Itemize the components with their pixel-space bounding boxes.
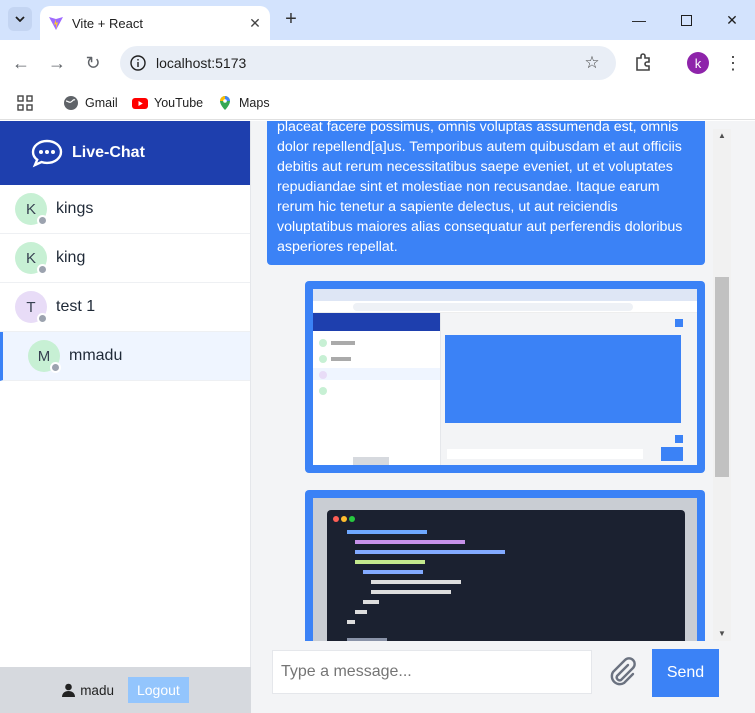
- bookmarks-bar: Gmail YouTube Maps: [0, 86, 755, 120]
- vite-favicon-icon: [49, 17, 63, 30]
- bookmark-label: Maps: [239, 96, 270, 110]
- chat-scrollbar[interactable]: ▲ ▼: [713, 129, 731, 641]
- url-text: localhost:5173: [156, 55, 247, 71]
- avatar-initial: K: [25, 249, 36, 267]
- youtube-icon: [132, 98, 148, 109]
- current-user-name: madu: [80, 682, 114, 698]
- globe-icon: [64, 96, 78, 110]
- screenshot-image: [313, 289, 697, 465]
- message-bubble: placeat facere possimus, omnis voluptas …: [267, 121, 705, 265]
- scroll-down-arrow-icon[interactable]: ▼: [717, 629, 727, 639]
- avatar: M: [28, 340, 61, 373]
- live-chat-app: Live-Chat K kings K king T test 1 M mmad…: [0, 121, 755, 713]
- avatar: K: [15, 193, 48, 226]
- bookmark-youtube[interactable]: YouTube: [132, 91, 203, 115]
- apps-grid-icon[interactable]: [17, 91, 33, 115]
- offline-status-dot: [50, 362, 61, 373]
- avatar-initial: K: [25, 200, 36, 218]
- scrollbar-thumb[interactable]: [715, 277, 729, 477]
- avatar: K: [15, 242, 48, 275]
- close-tab-icon[interactable]: ✕: [244, 12, 266, 34]
- extensions-puzzle-icon[interactable]: [633, 51, 655, 73]
- user-name: mmadu: [69, 347, 123, 364]
- bookmark-star-icon[interactable]: ☆: [578, 49, 606, 77]
- brand-header: Live-Chat: [0, 121, 250, 185]
- new-tab-button[interactable]: +: [280, 8, 302, 30]
- user-item-king[interactable]: K king: [0, 234, 250, 283]
- maps-pin-icon: [220, 96, 230, 110]
- scroll-up-arrow-icon[interactable]: ▲: [717, 131, 727, 141]
- bookmark-label: YouTube: [154, 96, 204, 110]
- offline-status-dot: [37, 313, 48, 324]
- user-name: kings: [56, 200, 94, 217]
- reload-icon[interactable]: ↻: [81, 51, 105, 75]
- avatar-initial: M: [37, 347, 51, 365]
- offline-status-dot: [37, 264, 48, 275]
- browser-tab[interactable]: Vite + React ✕: [40, 6, 270, 40]
- chat-panel: placeat facere possimus, omnis voluptas …: [251, 121, 755, 713]
- bookmark-gmail[interactable]: Gmail: [63, 91, 118, 115]
- send-button[interactable]: Send: [652, 649, 719, 697]
- user-name: test 1: [56, 298, 96, 315]
- forward-arrow-icon[interactable]: →: [45, 51, 69, 75]
- brand-name: Live-Chat: [72, 144, 145, 161]
- maximize-icon[interactable]: [674, 8, 698, 32]
- tab-search-button[interactable]: [8, 7, 32, 31]
- more-menu-icon[interactable]: ⋮: [724, 52, 742, 74]
- avatar: T: [15, 291, 48, 324]
- profile-avatar[interactable]: k: [687, 52, 709, 74]
- maximize-square-icon: [680, 14, 692, 26]
- logout-button[interactable]: Logout: [127, 677, 189, 703]
- image-message[interactable]: [305, 281, 705, 473]
- user-item-test-1[interactable]: T test 1: [0, 283, 250, 332]
- avatar-initial: T: [26, 298, 36, 316]
- user-item-mmadu[interactable]: M mmadu: [0, 332, 250, 381]
- message-input[interactable]: [272, 650, 592, 694]
- minimize-icon[interactable]: —: [627, 8, 651, 32]
- sidebar-footer: madu Logout: [0, 667, 251, 713]
- current-user: madu: [62, 683, 114, 698]
- bookmark-maps[interactable]: Maps: [217, 91, 270, 115]
- back-arrow-icon[interactable]: ←: [9, 51, 33, 75]
- address-bar[interactable]: localhost:5173 ☆: [120, 46, 616, 80]
- message-composer: Send: [251, 641, 755, 713]
- chevron-down-icon: [15, 16, 25, 22]
- bookmark-label: Gmail: [85, 96, 118, 110]
- browser-toolbar: ← → ↻ localhost:5173 ☆ k ⋮: [0, 40, 755, 86]
- site-info-icon[interactable]: [124, 49, 152, 77]
- sidebar: Live-Chat K kings K king T test 1 M mmad…: [0, 121, 251, 713]
- user-item-kings[interactable]: K kings: [0, 185, 250, 234]
- user-name: king: [56, 249, 86, 266]
- chat-bubble-logo-icon: [31, 139, 63, 168]
- offline-status-dot: [37, 215, 48, 226]
- user-icon: [62, 683, 76, 697]
- paperclip-attach-icon[interactable]: [605, 655, 639, 689]
- browser-tab-strip: Vite + React ✕ + — ✕: [0, 0, 755, 40]
- tab-title: Vite + React: [72, 15, 143, 31]
- close-window-icon[interactable]: ✕: [720, 8, 744, 32]
